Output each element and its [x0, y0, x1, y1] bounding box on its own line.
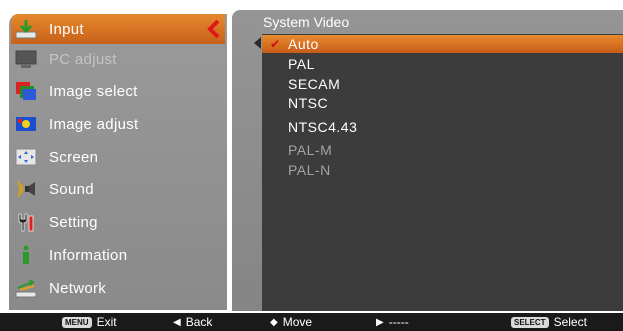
- option-pal-m[interactable]: PAL-M: [288, 140, 332, 160]
- menu-item-label: Input: [49, 20, 84, 38]
- menu-item-label: Setting: [49, 213, 98, 231]
- key-hint-bar: MENU Exit ◀ Back ◆ Move ▶ ----- SELECT S…: [0, 313, 623, 331]
- menu-item-label: Network: [49, 279, 107, 297]
- move-diamond-icon: ◆: [270, 316, 278, 328]
- menu-item-image-select[interactable]: Image select: [11, 76, 225, 106]
- hint-back-label: Back: [185, 315, 213, 329]
- submenu-panel: System Video ✔ Auto PAL SECAM NTSC NTSC4…: [232, 10, 623, 311]
- menu-item-network[interactable]: Network: [11, 273, 225, 303]
- menu-item-input[interactable]: Input: [11, 14, 225, 44]
- menu-item-label: Sound: [49, 180, 94, 198]
- menu-item-sound[interactable]: Sound: [11, 174, 225, 204]
- select-key-icon: SELECT: [511, 316, 549, 328]
- hint-exit-label: Exit: [96, 315, 117, 329]
- menu-item-information[interactable]: Information: [11, 240, 225, 270]
- hint-move-label: Move: [282, 315, 313, 329]
- sound-icon: [14, 178, 38, 200]
- network-icon: [14, 277, 38, 299]
- option-ntsc[interactable]: NTSC: [288, 93, 328, 113]
- submenu-title: System Video: [263, 14, 350, 30]
- option-secam[interactable]: SECAM: [288, 74, 340, 94]
- menu-item-pc-adjust[interactable]: PC adjust: [11, 44, 225, 74]
- menu-item-label: Image select: [49, 82, 138, 100]
- image-adjust-icon: [14, 113, 38, 135]
- pc-adjust-icon: [14, 48, 38, 70]
- menu-item-label: PC adjust: [49, 50, 117, 68]
- image-select-icon: [14, 80, 38, 102]
- menu-item-screen[interactable]: Screen: [11, 142, 225, 172]
- main-menu: Input PC adjust Image select Image adjus…: [9, 14, 227, 310]
- hint-exit: MENU Exit: [62, 315, 117, 329]
- left-arrow-icon: ◀: [173, 316, 181, 328]
- menu-item-setting[interactable]: Setting: [11, 207, 225, 237]
- menu-key-icon: MENU: [62, 316, 92, 328]
- menu-item-label: Screen: [49, 148, 99, 166]
- option-auto[interactable]: Auto: [288, 34, 319, 54]
- setting-icon: [14, 211, 38, 233]
- screen-icon: [14, 146, 38, 168]
- list-left-arrow-icon: [254, 37, 261, 49]
- option-ntsc443[interactable]: NTSC4.43: [288, 117, 357, 137]
- hint-move: ◆ Move: [270, 315, 312, 329]
- input-icon: [14, 18, 38, 40]
- information-icon: [14, 244, 38, 266]
- checkmark-icon: ✔: [270, 37, 281, 51]
- hint-select: SELECT Select: [511, 315, 587, 329]
- right-arrow-icon: ▶: [376, 316, 384, 328]
- option-pal-n[interactable]: PAL-N: [288, 160, 331, 180]
- menu-item-image-adjust[interactable]: Image adjust: [11, 109, 225, 139]
- system-video-list: ✔ Auto PAL SECAM NTSC NTSC4.43 PAL-M PAL…: [262, 34, 623, 311]
- hint-back: ◀ Back: [173, 315, 212, 329]
- menu-item-label: Information: [49, 246, 128, 264]
- hint-next: ▶ -----: [376, 315, 409, 329]
- hint-select-label: Select: [553, 315, 587, 329]
- hint-next-label: -----: [388, 315, 409, 329]
- collapse-arrow-icon: [207, 19, 220, 39]
- menu-item-label: Image adjust: [49, 115, 139, 133]
- option-pal[interactable]: PAL: [288, 54, 315, 74]
